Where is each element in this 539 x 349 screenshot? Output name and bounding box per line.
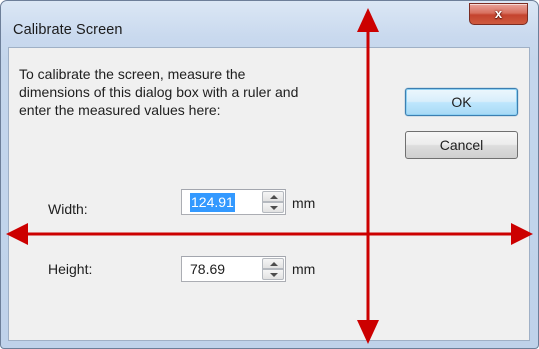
- width-spin-down-button[interactable]: [262, 202, 284, 213]
- width-input[interactable]: 124.91: [182, 190, 260, 214]
- dialog-title: Calibrate Screen: [13, 22, 123, 38]
- height-spin-buttons: [262, 258, 284, 280]
- height-spin-up-button[interactable]: [262, 258, 284, 269]
- instructions-line-2: dimensions of this dialog box with a rul…: [19, 84, 299, 100]
- cancel-button[interactable]: Cancel: [405, 131, 518, 159]
- width-label: Width:: [48, 201, 88, 217]
- height-input[interactable]: 78.69: [182, 257, 260, 281]
- width-unit: mm: [292, 195, 316, 211]
- instructions-line-3: enter the measured values here:: [19, 102, 221, 118]
- height-label: Height:: [48, 261, 93, 277]
- height-spinbox[interactable]: 78.69: [181, 256, 286, 282]
- close-button[interactable]: x: [469, 3, 528, 25]
- width-value: 124.91: [190, 193, 235, 212]
- ok-button[interactable]: OK: [405, 88, 518, 116]
- width-spin-up-button[interactable]: [262, 191, 284, 202]
- close-icon: x: [494, 6, 503, 21]
- height-spin-down-button[interactable]: [262, 269, 284, 280]
- calibrate-screen-dialog: Calibrate Screen x: [0, 0, 539, 349]
- triangle-down-icon: [270, 206, 278, 210]
- height-unit: mm: [292, 261, 316, 277]
- instructions-line-1: To calibrate the screen, measure the: [19, 66, 246, 82]
- triangle-up-icon: [270, 262, 278, 266]
- height-value: 78.69: [190, 261, 226, 277]
- title-bar[interactable]: Calibrate Screen x: [1, 1, 538, 45]
- triangle-up-icon: [270, 195, 278, 199]
- width-spinbox[interactable]: 124.91: [181, 189, 286, 215]
- instructions-text: To calibrate the screen, measure the dim…: [19, 65, 379, 119]
- width-spin-buttons: [262, 191, 284, 213]
- triangle-down-icon: [270, 273, 278, 277]
